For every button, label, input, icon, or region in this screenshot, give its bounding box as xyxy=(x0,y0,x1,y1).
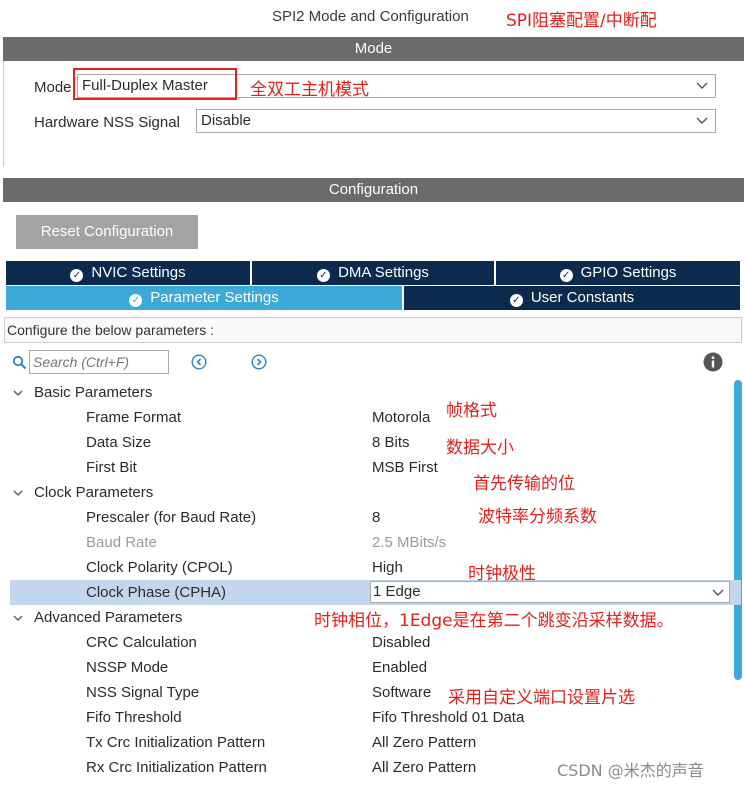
param-value: Software xyxy=(372,684,432,701)
param-label: NSS Signal Type xyxy=(86,684,200,701)
group-advanced-parameters[interactable]: Advanced Parameters xyxy=(10,605,310,630)
param-row-fifo-threshold[interactable]: Fifo Threshold Fifo Threshold 01 Data xyxy=(10,705,741,730)
param-row-data-size[interactable]: Data Size 8 Bits xyxy=(10,430,741,455)
tab-label: Parameter Settings xyxy=(150,289,279,306)
param-row-clock-phase[interactable]: Clock Phase (CPHA) 1 Edge xyxy=(10,580,741,605)
check-circle-icon: ✓ xyxy=(317,269,331,282)
nss-select-value: Disable xyxy=(201,112,252,129)
param-label: Clock Phase (CPHA) xyxy=(86,584,227,601)
group-title: Clock Parameters xyxy=(34,484,154,501)
mode-highlight-box xyxy=(73,68,237,100)
prescaler-annotation: 波特率分频系数 xyxy=(478,507,597,527)
param-value: All Zero Pattern xyxy=(372,759,477,776)
tab-parameter-settings[interactable]: ✓ Parameter Settings xyxy=(6,286,402,310)
tab-label: NVIC Settings xyxy=(91,264,186,281)
frame-format-annotation: 帧格式 xyxy=(446,401,497,421)
chevron-down-icon xyxy=(696,82,708,89)
mode-header: Mode xyxy=(3,37,744,61)
config-header: Configuration xyxy=(3,178,744,202)
nss-label: Hardware NSS Signal xyxy=(34,114,180,131)
tab-label: DMA Settings xyxy=(338,264,429,281)
first-bit-annotation: 首先传输的位 xyxy=(473,474,575,494)
param-value: Motorola xyxy=(372,409,431,426)
group-title: Basic Parameters xyxy=(34,384,153,401)
param-row-first-bit[interactable]: First Bit MSB First xyxy=(10,455,741,480)
param-label: Clock Polarity (CPOL) xyxy=(86,559,233,576)
chevron-down-icon xyxy=(712,589,724,596)
param-label: Tx Crc Initialization Pattern xyxy=(86,734,266,751)
group-title: Advanced Parameters xyxy=(34,609,183,626)
tab-user-constants[interactable]: ✓ User Constants xyxy=(404,286,740,310)
mode-panel: Mode Full-Duplex Master 全双工主机模式 Hardware… xyxy=(3,61,744,167)
param-label: Data Size xyxy=(86,434,152,451)
group-basic-parameters[interactable]: Basic Parameters xyxy=(10,380,410,405)
param-row-clock-polarity[interactable]: Clock Polarity (CPOL) High xyxy=(10,555,741,580)
previous-result-icon[interactable] xyxy=(191,354,207,370)
param-row-prescaler[interactable]: Prescaler (for Baud Rate) 8 xyxy=(10,505,741,530)
param-value: 8 Bits xyxy=(372,434,410,451)
configure-text: Configure the below parameters : xyxy=(7,322,214,338)
param-value: Enabled xyxy=(372,659,428,676)
cpol-annotation: 时钟极性 xyxy=(468,564,536,584)
check-circle-icon: ✓ xyxy=(509,294,523,307)
info-icon[interactable] xyxy=(703,352,723,372)
param-row-nssp-mode[interactable]: NSSP Mode Enabled xyxy=(10,655,741,680)
param-row-frame-format[interactable]: Frame Format Motorola xyxy=(10,405,741,430)
nss-select[interactable]: Disable xyxy=(196,109,716,133)
param-value: All Zero Pattern xyxy=(372,734,477,751)
tab-nvic-settings[interactable]: ✓ NVIC Settings xyxy=(6,261,250,285)
tab-dma-settings[interactable]: ✓ DMA Settings xyxy=(252,261,494,285)
param-row-baud-rate: Baud Rate 2.5 MBits/s xyxy=(10,530,741,555)
next-result-icon[interactable] xyxy=(251,354,267,370)
tab-gpio-settings[interactable]: ✓ GPIO Settings xyxy=(496,261,740,285)
nss-annotation: 采用自定义端口设置片选 xyxy=(448,688,635,708)
check-circle-icon: ✓ xyxy=(70,269,84,282)
tab-label: GPIO Settings xyxy=(580,264,677,281)
param-label: Fifo Threshold xyxy=(86,709,182,726)
mode-annotation: 全双工主机模式 xyxy=(250,80,369,100)
param-label: First Bit xyxy=(86,459,137,476)
cpha-annotation: 时钟相位，1Edge是在第二个跳变沿采样数据。 xyxy=(314,606,674,631)
param-value: Disabled xyxy=(372,634,431,651)
param-value: 2.5 MBits/s xyxy=(372,534,447,551)
param-label: Rx Crc Initialization Pattern xyxy=(86,759,267,776)
param-value: Fifo Threshold 01 Data xyxy=(372,709,525,726)
param-label: CRC Calculation xyxy=(86,634,197,651)
tab-label: User Constants xyxy=(530,289,635,306)
param-row-tx-crc-pattern[interactable]: Tx Crc Initialization Pattern All Zero P… xyxy=(10,730,741,755)
param-label: NSSP Mode xyxy=(86,659,169,676)
param-value: 8 xyxy=(372,509,381,526)
param-label: Baud Rate xyxy=(86,534,157,551)
data-size-annotation: 数据大小 xyxy=(446,438,514,458)
configure-text-bar: Configure the below parameters : xyxy=(4,317,742,343)
param-value: MSB First xyxy=(372,459,438,476)
param-row-crc-calculation[interactable]: CRC Calculation Disabled xyxy=(10,630,741,655)
param-value: High xyxy=(372,559,403,576)
param-label: Frame Format xyxy=(86,409,182,426)
clock-phase-select[interactable]: 1 Edge xyxy=(370,581,730,603)
title-annotation: SPI阻塞配置/中断配 xyxy=(506,11,657,31)
clock-phase-value: 1 Edge xyxy=(373,583,421,600)
search-icon xyxy=(12,355,27,370)
check-circle-icon: ✓ xyxy=(559,269,573,282)
window-title: SPI2 Mode and Configuration xyxy=(272,8,469,25)
clipped-row-fragment xyxy=(86,781,146,786)
mode-label: Mode xyxy=(34,79,72,96)
chevron-down-icon xyxy=(13,615,23,621)
search-input[interactable] xyxy=(29,350,169,374)
chevron-down-icon xyxy=(13,490,23,496)
chevron-down-icon xyxy=(13,390,23,396)
group-clock-parameters[interactable]: Clock Parameters xyxy=(10,480,410,505)
watermark: CSDN @米杰的声音 xyxy=(557,757,704,781)
check-circle-icon: ✓ xyxy=(129,294,143,307)
chevron-down-icon xyxy=(696,117,708,124)
param-label: Prescaler (for Baud Rate) xyxy=(86,509,257,526)
reset-configuration-button[interactable]: Reset Configuration xyxy=(16,215,198,249)
